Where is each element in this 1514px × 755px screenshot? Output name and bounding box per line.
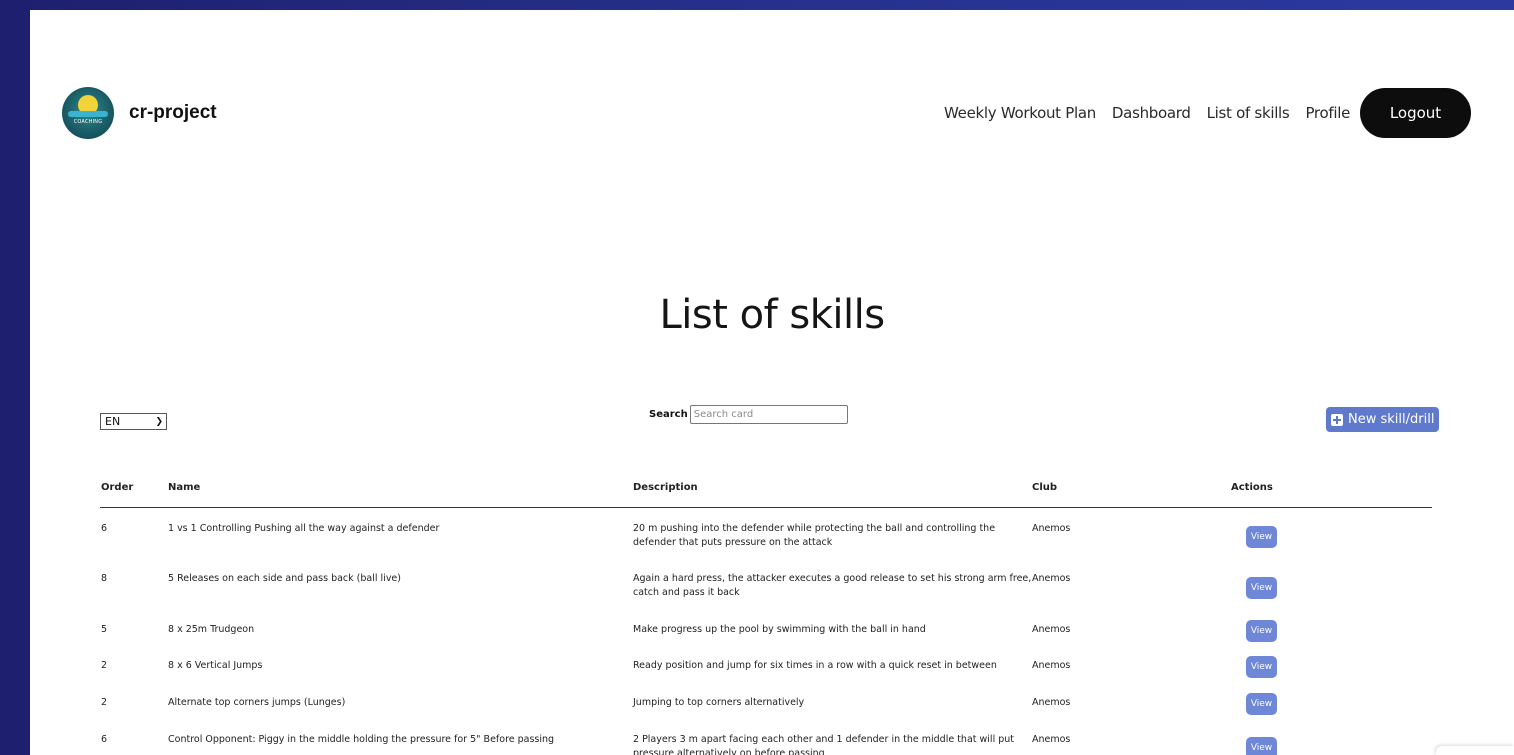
nav-dashboard[interactable]: Dashboard <box>1112 104 1191 122</box>
table-row: 2 Alternate top corners jumps (Lunges) J… <box>100 682 1432 719</box>
table-header: Order Name Description Club Actions <box>100 480 1432 508</box>
cell-club: Anemos <box>1032 573 1071 584</box>
logout-button[interactable]: Logout <box>1360 88 1471 138</box>
cell-name: 8 x 25m Trudgeon <box>168 624 255 635</box>
view-button[interactable]: View <box>1246 693 1277 715</box>
cell-club: Anemos <box>1032 697 1071 708</box>
cell-club: Anemos <box>1032 624 1071 635</box>
table-row: 5 8 x 25m Trudgeon Make progress up the … <box>100 609 1432 645</box>
cell-order: 2 <box>101 697 108 708</box>
cell-description: Jumping to top corners alternatively <box>633 697 805 708</box>
view-button[interactable]: View <box>1246 656 1277 678</box>
nav-profile[interactable]: Profile <box>1305 104 1350 122</box>
brand-name[interactable]: cr-project <box>129 102 217 124</box>
plus-square-icon <box>1331 413 1343 426</box>
cell-order: 8 <box>101 573 108 584</box>
main-nav: Weekly Workout Plan Dashboard List of sk… <box>944 88 1471 138</box>
cell-name: 8 x 6 Vertical Jumps <box>168 660 263 671</box>
table-row: 6 Control Opponent: Piggy in the middle … <box>100 719 1432 755</box>
search-label: Search <box>649 409 688 420</box>
cell-description: Ready position and jump for six times in… <box>633 660 997 671</box>
column-order[interactable]: Order <box>101 482 133 493</box>
cell-club: Anemos <box>1032 734 1071 745</box>
corner-widget <box>1436 746 1514 755</box>
cell-order: 6 <box>101 523 108 534</box>
table-row: 8 5 Releases on each side and pass back … <box>100 558 1432 609</box>
search-input[interactable] <box>689 405 848 424</box>
language-select[interactable]: EN ❯ <box>100 413 167 430</box>
page-title: List of skills <box>659 292 885 338</box>
column-actions: Actions <box>1231 482 1273 493</box>
language-selected-value: EN <box>105 415 121 428</box>
view-button[interactable]: View <box>1246 737 1277 755</box>
column-name[interactable]: Name <box>168 482 200 493</box>
logo[interactable]: COACHING <box>62 87 114 139</box>
cell-order: 5 <box>101 624 108 635</box>
logo-wave-icon <box>68 111 108 117</box>
cell-name: 1 vs 1 Controlling Pushing all the way a… <box>168 523 440 534</box>
cell-name: 5 Releases on each side and pass back (b… <box>168 573 401 584</box>
new-skill-drill-button[interactable]: New skill/drill <box>1326 407 1440 432</box>
view-button[interactable]: View <box>1246 526 1277 548</box>
column-description[interactable]: Description <box>633 482 698 493</box>
cell-order: 2 <box>101 660 108 671</box>
cell-description: 20 m pushing into the defender while pro… <box>633 523 996 548</box>
view-button[interactable]: View <box>1246 577 1277 599</box>
cell-order: 6 <box>101 734 108 745</box>
table-row: 6 1 vs 1 Controlling Pushing all the way… <box>100 508 1432 558</box>
cell-name: Alternate top corners jumps (Lunges) <box>168 697 346 708</box>
cell-name: Control Opponent: Piggy in the middle ho… <box>168 734 555 745</box>
skills-table: Order Name Description Club Actions 6 1 … <box>100 480 1432 755</box>
page: COACHING cr-project Weekly Workout Plan … <box>30 10 1514 755</box>
chevron-down-icon: ❯ <box>155 416 163 427</box>
nav-weekly-workout-plan[interactable]: Weekly Workout Plan <box>944 104 1096 122</box>
cell-description: Make progress up the pool by swimming wi… <box>633 624 926 635</box>
cell-club: Anemos <box>1032 660 1071 671</box>
search-group: Search <box>649 405 848 424</box>
new-skill-drill-label: New skill/drill <box>1348 412 1435 427</box>
nav-list-of-skills[interactable]: List of skills <box>1207 104 1290 122</box>
cell-club: Anemos <box>1032 523 1071 534</box>
cell-description: 2 Players 3 m apart facing each other an… <box>633 734 1015 755</box>
logo-text: COACHING <box>73 119 103 125</box>
cell-description: Again a hard press, the attacker execute… <box>633 573 1032 598</box>
column-club[interactable]: Club <box>1032 482 1057 493</box>
table-row: 2 8 x 6 Vertical Jumps Ready position an… <box>100 645 1432 682</box>
view-button[interactable]: View <box>1246 620 1277 642</box>
